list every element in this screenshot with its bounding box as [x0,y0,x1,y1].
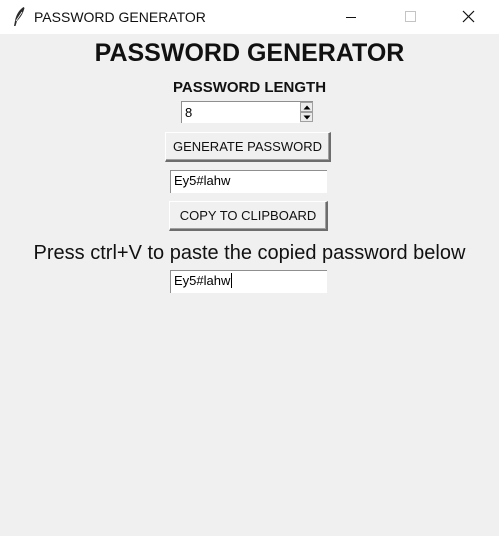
window-title: PASSWORD GENERATOR [34,9,206,25]
password-length-value[interactable]: 8 [185,105,192,120]
paste-password-field[interactable]: Ey5#lahw [170,270,327,293]
close-icon[interactable] [446,0,492,34]
paste-password-value: Ey5#lahw [174,273,231,288]
password-length-label: PASSWORD LENGTH [172,79,327,96]
password-length-spinbox[interactable]: 8 [181,101,313,123]
title-bar[interactable]: PASSWORD GENERATOR [0,0,499,34]
main-content: PASSWORD GENERATOR PASSWORD LENGTH 8 GEN… [0,34,499,536]
spinbox-arrows [300,102,313,123]
copy-to-clipboard-button[interactable]: COPY TO CLIPBOARD [169,201,328,231]
paste-instruction-text: Press ctrl+V to paste the copied passwor… [33,242,466,264]
text-caret [231,273,233,288]
maximize-icon[interactable] [387,0,433,34]
minimize-icon[interactable] [328,0,374,34]
spin-down-arrow-icon[interactable] [300,112,313,122]
spin-up-arrow-icon[interactable] [300,102,313,112]
generated-password-field[interactable]: Ey5#lahw [170,170,327,193]
app-window: PASSWORD GENERATOR PASSWORD GENERATOR PA… [0,0,499,536]
feather-icon [11,6,27,28]
page-title: PASSWORD GENERATOR [94,39,405,67]
generate-password-button[interactable]: GENERATE PASSWORD [165,132,331,162]
